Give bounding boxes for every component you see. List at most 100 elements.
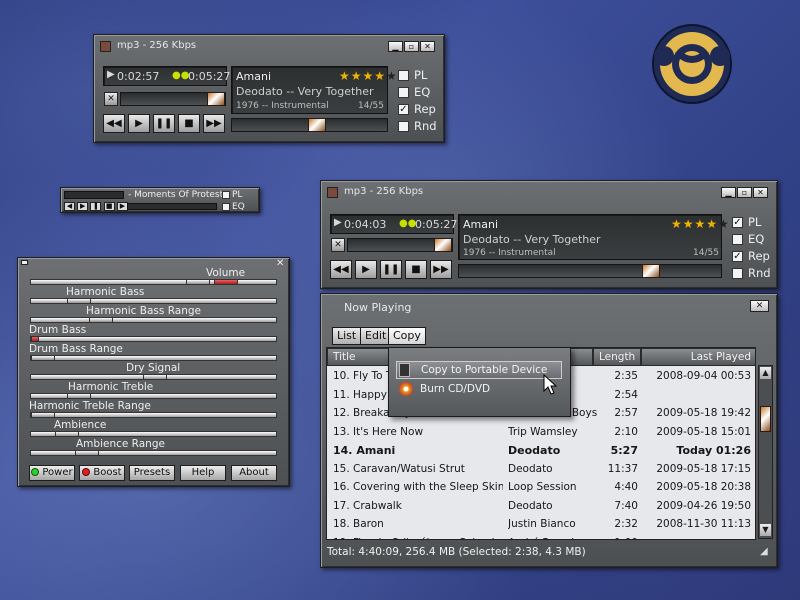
volume-thumb[interactable] (434, 238, 452, 252)
checkbox[interactable] (398, 87, 409, 98)
option-pl[interactable]: PL (398, 68, 427, 84)
slider-knob[interactable] (75, 450, 99, 456)
scroll-thumb[interactable] (760, 406, 771, 432)
table-row[interactable]: 15. Caravan/Watusi Strut Deodato 11:37 2009… (327, 460, 755, 478)
slider-knob[interactable] (89, 317, 113, 323)
prev-button[interactable]: ◀◀ (103, 114, 125, 133)
maximize-button[interactable]: ▫ (737, 187, 752, 198)
help-button[interactable]: Help (180, 465, 226, 481)
maximize-button[interactable]: ▫ (404, 41, 419, 52)
mini-stop-button[interactable]: ■ (103, 202, 115, 211)
option-rep[interactable]: ✓ Rep (732, 249, 770, 265)
stop-button[interactable]: ■ (178, 114, 200, 133)
scroll-down-icon[interactable]: ▼ (760, 524, 771, 536)
resize-grip-icon[interactable]: ◢ (760, 546, 768, 557)
harmonic-bass-range-slider[interactable] (30, 317, 277, 323)
rating-stars[interactable]: ★★★★★ (671, 217, 730, 231)
checkbox[interactable] (398, 70, 409, 81)
tab-edit[interactable]: Edit (360, 327, 392, 345)
minimize-button[interactable]: ▁ (388, 41, 403, 52)
column-last-played[interactable]: Last Played (641, 348, 755, 366)
ambience-range-slider[interactable] (30, 450, 277, 456)
mute-button[interactable]: ✕ (331, 238, 345, 252)
tab-copy[interactable]: Copy (388, 327, 426, 345)
drum-bass-range-slider[interactable] (30, 355, 277, 361)
minimize-button[interactable]: ▁ (721, 187, 736, 198)
option-rep[interactable]: ✓ Rep (398, 102, 436, 118)
scroll-up-icon[interactable]: ▲ (760, 367, 771, 379)
option-rnd[interactable]: Rnd (732, 266, 771, 282)
volume-thumb[interactable] (207, 92, 225, 106)
option-rnd[interactable]: Rnd (398, 119, 437, 135)
checkbox[interactable] (732, 268, 743, 279)
cell-title: 17. Crabwalk (333, 499, 402, 512)
slider-knob[interactable] (143, 374, 167, 380)
next-button[interactable]: ▶▶ (430, 260, 452, 279)
volume-slider[interactable] (30, 279, 277, 285)
slider-knob[interactable] (67, 298, 91, 304)
mini-seek-slider[interactable] (127, 203, 217, 210)
harmonic-bass-slider[interactable] (30, 298, 277, 304)
play-button[interactable]: ▶ (128, 114, 150, 133)
pause-button[interactable]: ❚❚ (153, 114, 175, 133)
slider-knob[interactable] (55, 431, 79, 437)
prev-button[interactable]: ◀◀ (330, 260, 352, 279)
player-window-2: mp3 - 256 Kbps ▁ ▫ ✕ ▶ 0:04:03 ●● 0:05:2… (320, 180, 778, 289)
stop-button[interactable]: ■ (405, 260, 427, 279)
table-row[interactable]: 14. Amani Deodato 5:27 Today 01:26 (327, 441, 755, 459)
option-pl[interactable]: ✓ PL (732, 215, 761, 231)
next-button[interactable]: ▶▶ (203, 114, 225, 133)
checkbox[interactable] (732, 234, 743, 245)
option-eq[interactable]: EQ (732, 232, 764, 248)
table-row[interactable]: 18. Baron Justin Bianco 2:32 2008-11-30 11:… (327, 515, 755, 533)
slider-knob[interactable] (186, 279, 210, 285)
table-row[interactable]: 19. Fim da Odisséia em Salvador André Pov… (327, 534, 755, 540)
checkbox[interactable] (398, 121, 409, 132)
table-row[interactable]: 13. It's Here Now Trip Wamsley 2:10 2009-05… (327, 423, 755, 441)
menu-item-copy-portable[interactable]: Copy to Portable Device (396, 361, 562, 379)
dry-signal-slider[interactable] (30, 374, 277, 380)
option-eq[interactable]: EQ (398, 85, 430, 101)
portable-device-icon (399, 363, 410, 377)
presets-button[interactable]: Presets (129, 465, 175, 481)
checkbox[interactable]: ✓ (732, 217, 743, 228)
ambience-slider[interactable] (30, 431, 277, 437)
mini-play-button[interactable]: ▶ (77, 202, 89, 211)
checkbox[interactable]: ✓ (732, 251, 743, 262)
column-length[interactable]: Length (593, 348, 641, 366)
playlist-close-button[interactable]: ✕ (750, 300, 769, 312)
slider-knob[interactable] (31, 336, 39, 342)
seek-thumb[interactable] (642, 264, 660, 278)
pause-button[interactable]: ❚❚ (380, 260, 402, 279)
harmonic-treble-slider[interactable] (30, 393, 277, 399)
mini-eq-option[interactable]: EQ (222, 202, 245, 212)
rating-stars[interactable]: ★★★★★ (339, 69, 398, 83)
boost-button[interactable]: Boost (79, 465, 125, 481)
play-button[interactable]: ▶ (355, 260, 377, 279)
mute-button[interactable]: ✕ (104, 92, 118, 106)
mini-prev-button[interactable]: ◀ (64, 202, 75, 211)
close-button[interactable]: ✕ (420, 41, 435, 52)
table-row[interactable]: 17. Crabwalk Deodato 7:40 2009-04-26 19:50 (327, 497, 755, 515)
seek-thumb[interactable] (308, 118, 326, 132)
harmonic-treble-range-slider[interactable] (30, 412, 277, 418)
slider-knob[interactable] (214, 279, 238, 285)
playlist-scrollbar[interactable]: ▲ ▼ (758, 365, 773, 539)
slider-knob[interactable] (31, 412, 55, 418)
drum-bass-slider[interactable] (30, 336, 277, 342)
mini-pause-button[interactable]: ❚ (90, 202, 102, 211)
app-icon (100, 41, 111, 52)
slider-knob[interactable] (31, 355, 55, 361)
table-row[interactable]: 16. Covering with the Sleep Skin Loop Ses… (327, 478, 755, 496)
mini-pl-option[interactable]: PL (222, 190, 242, 200)
about-button[interactable]: About (231, 465, 277, 481)
mini-volume-slider[interactable] (64, 191, 124, 199)
slider-knob[interactable] (67, 393, 91, 399)
power-button[interactable]: Power (29, 465, 75, 481)
tab-list[interactable]: List (332, 327, 362, 345)
checkbox[interactable]: ✓ (398, 104, 409, 115)
menu-item-burn[interactable]: Burn CD/DVD (396, 381, 562, 399)
seek-slider[interactable] (458, 264, 722, 278)
cell-played: 2009-05-18 17:15 (656, 462, 751, 475)
close-button[interactable]: ✕ (753, 187, 768, 198)
